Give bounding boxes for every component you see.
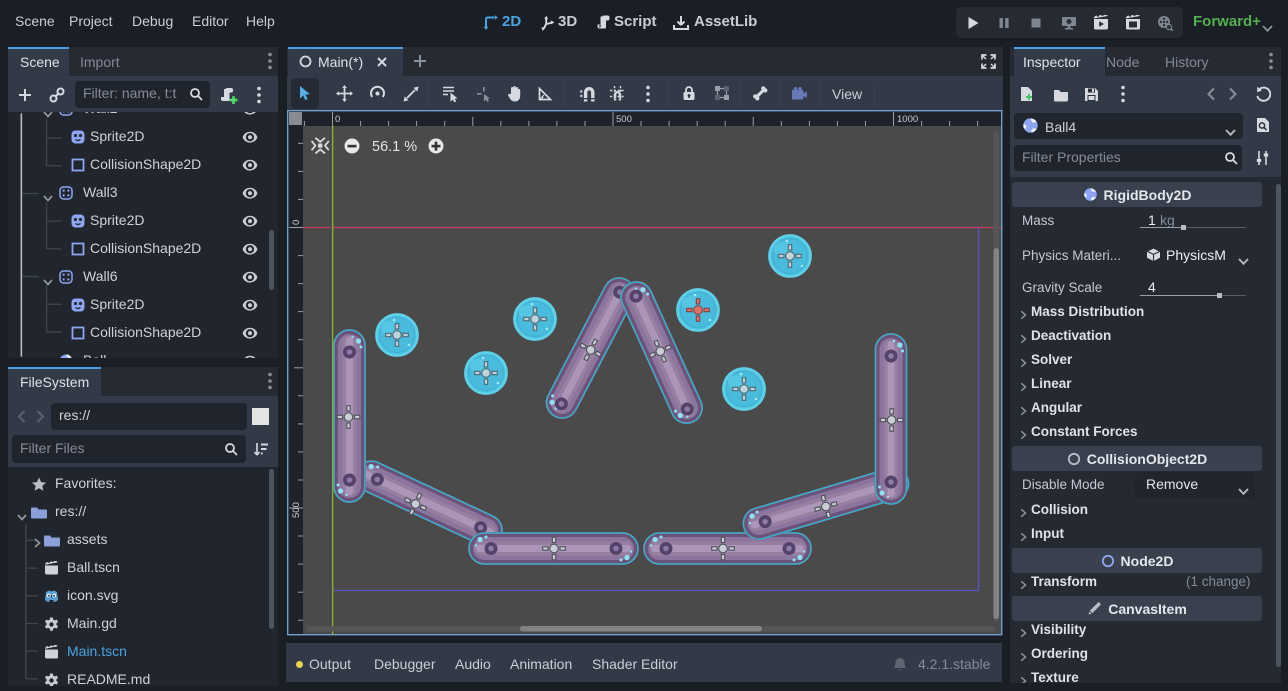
- svg-text:0: 0: [335, 114, 340, 125]
- svg-text:500: 500: [616, 114, 632, 125]
- svg-text:500: 500: [291, 502, 302, 518]
- svg-text:0: 0: [291, 220, 302, 225]
- svg-text:56.1 %: 56.1 %: [372, 139, 417, 155]
- svg-text:1000: 1000: [897, 114, 918, 125]
